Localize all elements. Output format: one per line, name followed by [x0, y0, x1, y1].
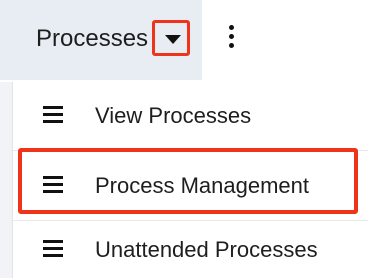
- processes-dropdown-toggle[interactable]: [152, 20, 190, 56]
- more-actions-icon[interactable]: [224, 22, 238, 52]
- menu-item-label: View Processes: [95, 103, 252, 128]
- processes-tab-label: Processes: [36, 25, 149, 52]
- menu-item-view-processes[interactable]: View Processes: [13, 88, 368, 144]
- menu-item-label: Unattended Processes: [95, 237, 318, 262]
- processes-tab[interactable]: Processes: [0, 0, 202, 80]
- menu-item-label: Process Management: [95, 173, 309, 198]
- page-gutter: [0, 82, 12, 278]
- top-navigation: Processes: [0, 0, 368, 82]
- menu-lines-icon: [43, 240, 63, 258]
- processes-dropdown-menu: View Processes Process Management Unatte…: [12, 82, 368, 278]
- menu-item-process-management[interactable]: Process Management: [13, 158, 368, 214]
- menu-divider: [13, 220, 368, 221]
- menu-item-unattended-processes[interactable]: Unattended Processes: [13, 222, 368, 278]
- caret-down-icon: [165, 35, 181, 44]
- menu-lines-icon: [43, 106, 63, 124]
- menu-lines-icon: [43, 176, 63, 194]
- menu-divider: [13, 150, 368, 151]
